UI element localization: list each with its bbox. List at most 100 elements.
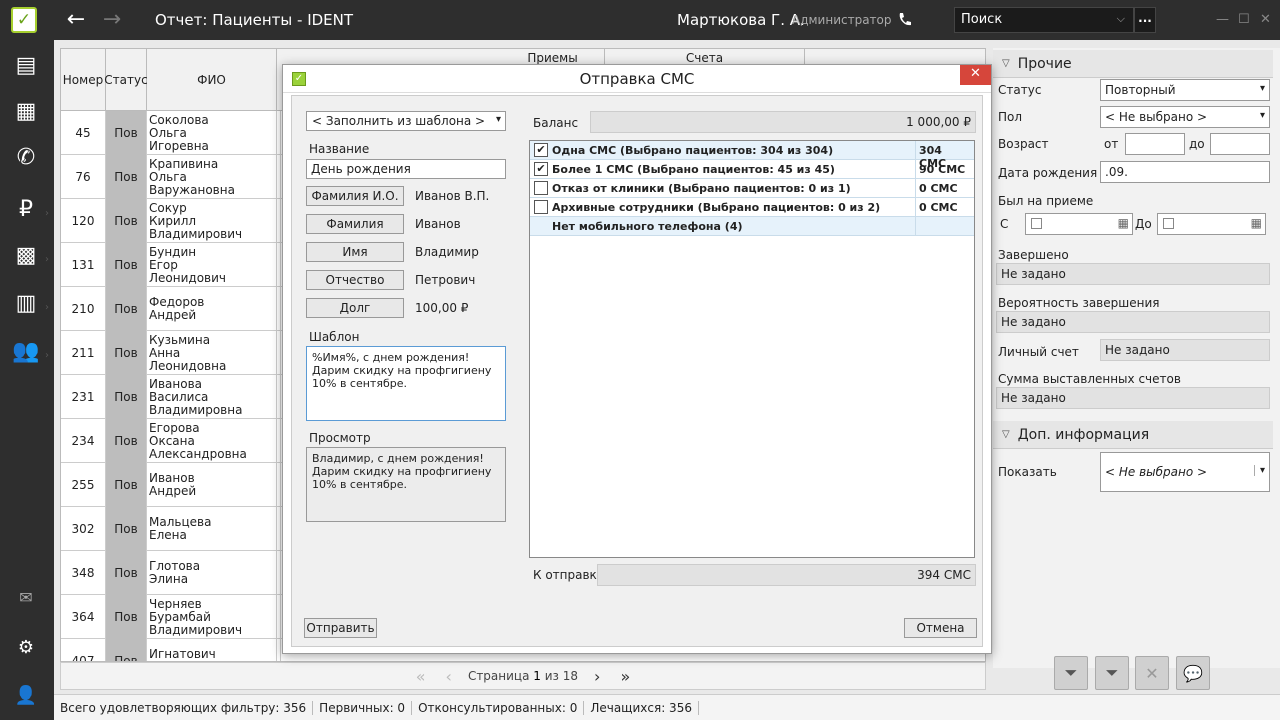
phone-call-icon[interactable]: ✆ <box>11 144 41 172</box>
mail-icon[interactable]: ✉ <box>11 584 41 612</box>
prev-page-icon[interactable]: ‹ <box>446 667 452 686</box>
minimize-icon[interactable]: — <box>1216 12 1229 27</box>
col-fio[interactable]: ФИО <box>147 49 277 111</box>
chevron-down-icon[interactable]: ⌵ <box>1117 12 1125 26</box>
show-select[interactable]: < Не выбрано > ▾ <box>1100 452 1270 492</box>
name-input[interactable]: День рождения <box>306 159 506 179</box>
clear-filter-icon[interactable]: ⏷ <box>1095 656 1129 690</box>
account-value: Не задано <box>1100 339 1270 361</box>
chevron-right-icon: › <box>45 208 49 219</box>
insert-field-button[interactable]: Долг <box>306 298 404 318</box>
age-from-input[interactable] <box>1125 133 1185 155</box>
cell-clipped <box>277 111 281 155</box>
dialog-title: Отправка СМС <box>579 70 695 88</box>
sms-group-label: Более 1 СМС (Выбрано пациентов: 45 из 45… <box>552 163 835 176</box>
field-sample-value: Иванов <box>415 217 461 231</box>
checkbox-icon[interactable] <box>1163 218 1174 229</box>
age-from-label: от <box>1104 137 1119 151</box>
search-input[interactable]: Поиск ⌵ <box>954 7 1134 33</box>
cell-number: 302 <box>61 507 106 551</box>
collapse-icon[interactable]: ▽ <box>1002 58 1010 69</box>
sms-group-count: 90 СМС <box>915 160 974 179</box>
cell-status: Пов <box>106 243 147 287</box>
section-extra[interactable]: ▽ Доп. информация <box>993 421 1273 449</box>
cell-number: 76 <box>61 155 106 199</box>
payments-icon[interactable]: ₽ <box>11 196 41 224</box>
checkbox[interactable]: ✔ <box>534 162 548 176</box>
template-dropdown[interactable]: < Заполнить из шаблона > ▾ <box>306 111 506 131</box>
send-button[interactable]: Отправить <box>304 618 377 638</box>
template-textarea[interactable]: %Имя%, с днем рождения! Дарим скидку на … <box>306 346 506 421</box>
user-icon[interactable]: 👤 <box>11 682 41 710</box>
sms-group-row[interactable]: Отказ от клиники (Выбрано пациентов: 0 и… <box>530 179 974 198</box>
patient-card-icon[interactable]: ▤ <box>11 52 41 80</box>
template-label: Шаблон <box>309 330 360 344</box>
back-arrow-icon[interactable]: ← <box>65 9 87 31</box>
last-page-icon[interactable]: » <box>620 667 630 686</box>
chevron-right-icon: › <box>45 350 49 361</box>
sms-dialog: ✓ Отправка СМС ✕ < Заполнить из шаблона … <box>282 64 992 654</box>
show-label: Показать <box>998 465 1057 479</box>
status-total: Всего удовлетворяющих фильтру: 356 <box>54 700 314 715</box>
users-icon[interactable]: 👥 <box>11 338 41 366</box>
insert-field-button[interactable]: Фамилия И.О. <box>306 186 404 206</box>
phone-icon[interactable] <box>896 10 916 30</box>
chevron-down-icon: ▾ <box>495 114 501 125</box>
user-name[interactable]: Мартюкова Г. А. <box>677 11 805 29</box>
cell-fio: Иванова Василиса Владимировна <box>147 375 277 419</box>
probability-label: Вероятность завершения <box>998 296 1160 310</box>
calendar-icon[interactable]: ▦ <box>11 98 41 126</box>
chevron-down-icon: ▾ <box>1259 110 1265 121</box>
insert-field-button[interactable]: Имя <box>306 242 404 262</box>
apply-filter-icon[interactable]: ⏷ <box>1054 656 1088 690</box>
sms-group-row[interactable]: Архивные сотрудники (Выбрано пациентов: … <box>530 198 974 217</box>
chevron-down-icon: ▾ <box>1253 465 1265 476</box>
cell-status: Пов <box>106 551 147 595</box>
checkbox-icon[interactable] <box>1031 218 1042 229</box>
cell-status: Пов <box>106 639 147 661</box>
chevron-right-icon: › <box>45 302 49 313</box>
calendar-icon[interactable]: ▦ <box>1118 216 1129 230</box>
close-icon[interactable]: ✕ <box>960 65 991 85</box>
calculator-icon[interactable]: ▩ <box>11 242 41 270</box>
cell-clipped <box>277 243 281 287</box>
status-select[interactable]: Повторный ▾ <box>1100 79 1270 101</box>
collapse-icon[interactable]: ▽ <box>1002 429 1010 440</box>
sms-group-row[interactable]: Нет мобильного телефона (4) <box>530 217 974 236</box>
insert-field-button[interactable]: Фамилия <box>306 214 404 234</box>
maximize-icon[interactable]: ☐ <box>1238 12 1250 27</box>
checkbox[interactable]: ✔ <box>534 143 548 157</box>
cell-fio: Иванов Андрей <box>147 463 277 507</box>
cell-number: 348 <box>61 551 106 595</box>
gear-icon[interactable]: ⚙ <box>11 634 41 662</box>
search-more-button[interactable]: ... <box>1134 7 1156 33</box>
status-treated: Лечащихся: 356 <box>584 700 699 715</box>
first-page-icon[interactable]: « <box>416 667 426 686</box>
birth-input[interactable]: .09. <box>1100 161 1270 183</box>
cell-clipped <box>277 331 281 375</box>
insert-field-button[interactable]: Отчество <box>306 270 404 290</box>
sms-group-label: Архивные сотрудники (Выбрано пациентов: … <box>552 201 881 214</box>
chat-icon[interactable]: 💬 <box>1176 656 1210 690</box>
sex-select[interactable]: < Не выбрано > ▾ <box>1100 106 1270 128</box>
next-page-icon[interactable]: › <box>594 667 600 686</box>
col-number[interactable]: Номер <box>61 49 106 111</box>
checkbox[interactable] <box>534 200 548 214</box>
sms-group-row[interactable]: ✔ Одна СМС (Выбрано пациентов: 304 из 304… <box>530 141 974 170</box>
status-consulted: Отконсультированных: 0 <box>412 700 585 715</box>
completed-label: Завершено <box>998 248 1069 262</box>
cancel-button[interactable]: Отмена <box>904 618 977 638</box>
forward-arrow-icon[interactable]: → <box>101 9 123 31</box>
calendar-icon[interactable]: ▦ <box>1251 216 1262 230</box>
reports-icon[interactable]: ▥ <box>11 290 41 318</box>
excel-icon[interactable]: ✕ <box>1135 656 1169 690</box>
visit-to-date[interactable]: ▦ <box>1157 213 1266 235</box>
col-status[interactable]: Статус <box>104 49 148 111</box>
checkbox[interactable] <box>534 181 548 195</box>
sms-group-row[interactable]: ✔ Более 1 СМС (Выбрано пациентов: 45 из 4… <box>530 160 974 179</box>
close-window-icon[interactable]: ✕ <box>1260 12 1271 27</box>
age-to-input[interactable] <box>1210 133 1270 155</box>
app-logo-icon[interactable]: ✓ <box>11 7 37 33</box>
visit-from-date[interactable]: ▦ <box>1025 213 1133 235</box>
section-other[interactable]: ▽ Прочие <box>993 50 1273 78</box>
